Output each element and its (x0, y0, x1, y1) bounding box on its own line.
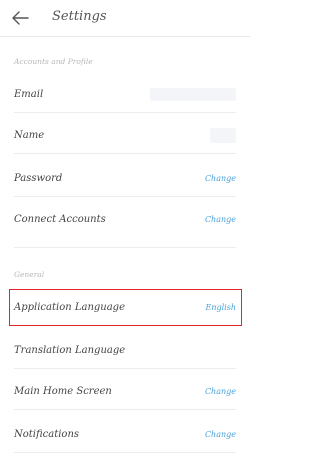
row-notifications[interactable]: Notifications Change (0, 420, 250, 450)
change-connect-accounts-link[interactable]: Change (205, 215, 236, 224)
section-label-accounts: Accounts and Profile (14, 57, 93, 66)
top-bar: Settings (0, 0, 250, 37)
selection-highlight (9, 289, 242, 326)
divider (14, 452, 236, 453)
section-label-general: General (14, 270, 45, 279)
email-value-redacted (150, 88, 236, 101)
row-label: Name (14, 130, 45, 141)
row-label: Email (14, 89, 44, 100)
row-label: Notifications (14, 429, 80, 440)
divider (14, 112, 236, 113)
row-translation-language[interactable]: Translation Language (0, 336, 250, 366)
divider (14, 196, 236, 197)
row-password[interactable]: Password Change (0, 164, 250, 194)
divider (14, 247, 236, 248)
change-notifications-link[interactable]: Change (205, 430, 236, 439)
row-name[interactable]: Name (0, 121, 250, 151)
row-label: Main Home Screen (14, 386, 112, 397)
row-email[interactable]: Email (0, 80, 250, 110)
divider (14, 153, 236, 154)
change-password-link[interactable]: Change (205, 174, 236, 183)
name-value-redacted (210, 128, 236, 143)
change-main-home-screen-link[interactable]: Change (205, 387, 236, 396)
row-label: Translation Language (14, 345, 126, 356)
back-arrow-icon[interactable] (10, 8, 30, 28)
row-label: Password (14, 173, 63, 184)
row-label: Connect Accounts (14, 214, 106, 225)
row-main-home-screen[interactable]: Main Home Screen Change (0, 377, 250, 407)
divider (14, 409, 236, 410)
row-connect-accounts[interactable]: Connect Accounts Change (0, 205, 250, 235)
page-title: Settings (52, 9, 107, 24)
divider (14, 368, 236, 369)
